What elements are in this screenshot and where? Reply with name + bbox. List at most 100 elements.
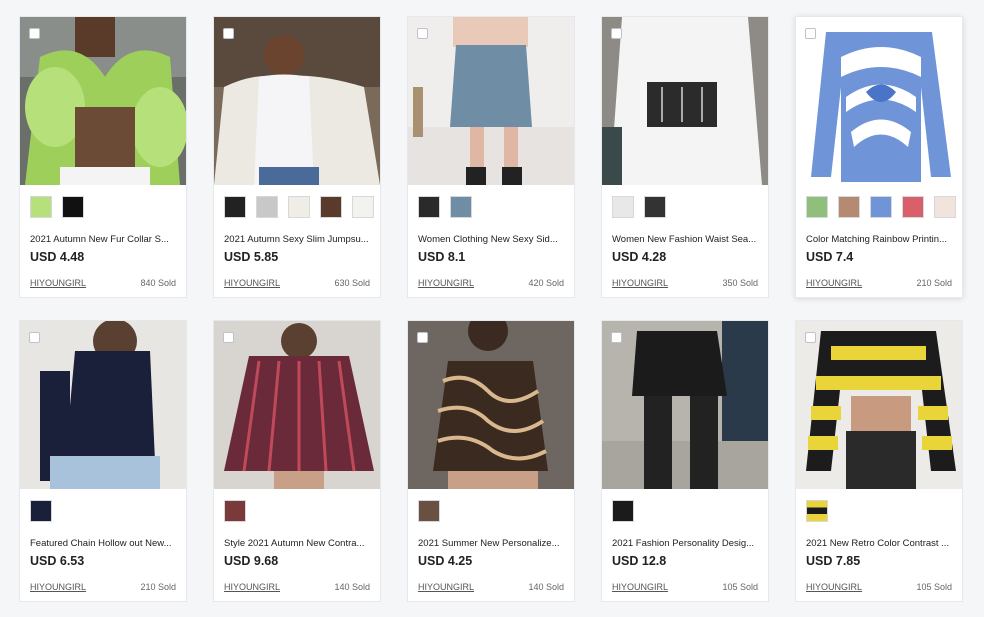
select-checkbox[interactable] bbox=[29, 332, 40, 343]
product-card[interactable]: Style 2021 Autumn New Contra... USD 9.68… bbox=[213, 320, 381, 602]
shop-link[interactable]: HIYOUNGIRL bbox=[224, 278, 280, 288]
color-swatches bbox=[30, 500, 180, 524]
select-checkbox[interactable] bbox=[611, 332, 622, 343]
sold-count: 140 Sold bbox=[334, 582, 370, 592]
product-price: USD 12.8 bbox=[612, 554, 667, 568]
shop-link[interactable]: HIYOUNGIRL bbox=[806, 278, 862, 288]
shop-link[interactable]: HIYOUNGIRL bbox=[418, 582, 474, 592]
swatch-cream[interactable] bbox=[934, 196, 956, 218]
swatch-brown[interactable] bbox=[838, 196, 860, 218]
shop-link[interactable]: HIYOUNGIRL bbox=[30, 278, 86, 288]
sold-count: 105 Sold bbox=[916, 582, 952, 592]
product-image[interactable] bbox=[796, 321, 962, 489]
product-price: USD 9.68 bbox=[224, 554, 279, 568]
product-card[interactable]: Color Matching Rainbow Printin... USD 7.… bbox=[795, 16, 963, 298]
swatch-green[interactable] bbox=[806, 196, 828, 218]
product-price: USD 6.53 bbox=[30, 554, 85, 568]
product-price: USD 4.28 bbox=[612, 250, 667, 264]
swatch-yellow-black[interactable] bbox=[806, 500, 828, 522]
swatch-blue[interactable] bbox=[870, 196, 892, 218]
select-checkbox[interactable] bbox=[417, 332, 428, 343]
swatch-cream[interactable] bbox=[352, 196, 374, 218]
shop-link[interactable]: HIYOUNGIRL bbox=[612, 582, 668, 592]
swatch-black[interactable] bbox=[612, 500, 634, 522]
product-card[interactable]: 2021 Fashion Personality Desig... USD 12… bbox=[601, 320, 769, 602]
product-image[interactable] bbox=[796, 17, 962, 185]
product-card[interactable]: Featured Chain Hollow out New... USD 6.5… bbox=[19, 320, 187, 602]
sold-count: 350 Sold bbox=[722, 278, 758, 288]
product-price: USD 7.85 bbox=[806, 554, 861, 568]
sold-count: 210 Sold bbox=[140, 582, 176, 592]
color-swatches bbox=[612, 196, 762, 220]
product-price: USD 7.4 bbox=[806, 250, 854, 264]
select-checkbox[interactable] bbox=[223, 332, 234, 343]
swatch-black[interactable] bbox=[418, 196, 440, 218]
shop-link[interactable]: HIYOUNGIRL bbox=[612, 278, 668, 288]
product-card[interactable]: 2021 Autumn Sexy Slim Jumpsu... USD 5.85… bbox=[213, 16, 381, 298]
color-swatches bbox=[418, 196, 568, 220]
product-title[interactable]: Featured Chain Hollow out New... bbox=[30, 538, 178, 549]
select-checkbox[interactable] bbox=[805, 332, 816, 343]
product-image[interactable] bbox=[214, 17, 380, 185]
product-image[interactable] bbox=[602, 321, 768, 489]
product-price: USD 4.25 bbox=[418, 554, 473, 568]
product-title[interactable]: Women New Fashion Waist Sea... bbox=[612, 234, 760, 245]
color-swatches bbox=[418, 500, 568, 524]
shop-link[interactable]: HIYOUNGIRL bbox=[224, 582, 280, 592]
swatch-black[interactable] bbox=[30, 500, 52, 522]
sold-count: 840 Sold bbox=[140, 278, 176, 288]
product-card[interactable]: Women Clothing New Sexy Sid... USD 8.1 H… bbox=[407, 16, 575, 298]
product-image[interactable] bbox=[214, 321, 380, 489]
shop-link[interactable]: HIYOUNGIRL bbox=[30, 582, 86, 592]
product-title[interactable]: 2021 Autumn Sexy Slim Jumpsu... bbox=[224, 234, 372, 245]
color-swatches bbox=[30, 196, 180, 220]
color-swatches bbox=[806, 196, 956, 220]
product-image[interactable] bbox=[20, 321, 186, 489]
color-swatches bbox=[224, 500, 374, 524]
color-swatches bbox=[612, 500, 762, 524]
product-title[interactable]: 2021 New Retro Color Contrast ... bbox=[806, 538, 954, 549]
select-checkbox[interactable] bbox=[417, 28, 428, 39]
swatch-black[interactable] bbox=[62, 196, 84, 218]
swatch-stripe[interactable] bbox=[224, 500, 246, 522]
sold-count: 140 Sold bbox=[528, 582, 564, 592]
swatch-black[interactable] bbox=[224, 196, 246, 218]
product-title[interactable]: 2021 Autumn New Fur Collar S... bbox=[30, 234, 178, 245]
product-price: USD 5.85 bbox=[224, 250, 279, 264]
product-card[interactable]: Women New Fashion Waist Sea... USD 4.28 … bbox=[601, 16, 769, 298]
color-swatches bbox=[224, 196, 374, 220]
product-title[interactable]: Women Clothing New Sexy Sid... bbox=[418, 234, 566, 245]
product-card[interactable]: 2021 Autumn New Fur Collar S... USD 4.48… bbox=[19, 16, 187, 298]
select-checkbox[interactable] bbox=[805, 28, 816, 39]
product-card[interactable]: 2021 New Retro Color Contrast ... USD 7.… bbox=[795, 320, 963, 602]
shop-link[interactable]: HIYOUNGIRL bbox=[806, 582, 862, 592]
product-grid: 2021 Autumn New Fur Collar S... USD 4.48… bbox=[19, 16, 963, 602]
swatch-white[interactable] bbox=[612, 196, 634, 218]
sold-count: 210 Sold bbox=[916, 278, 952, 288]
product-image[interactable] bbox=[602, 17, 768, 185]
color-swatches bbox=[806, 500, 956, 524]
swatch-brown[interactable] bbox=[320, 196, 342, 218]
product-title[interactable]: Style 2021 Autumn New Contra... bbox=[224, 538, 372, 549]
select-checkbox[interactable] bbox=[611, 28, 622, 39]
product-title[interactable]: Color Matching Rainbow Printin... bbox=[806, 234, 954, 245]
swatch-black[interactable] bbox=[644, 196, 666, 218]
shop-link[interactable]: HIYOUNGIRL bbox=[418, 278, 474, 288]
product-image[interactable] bbox=[408, 17, 574, 185]
product-title[interactable]: 2021 Fashion Personality Desig... bbox=[612, 538, 760, 549]
select-checkbox[interactable] bbox=[29, 28, 40, 39]
swatch-denim[interactable] bbox=[450, 196, 472, 218]
swatch-red[interactable] bbox=[902, 196, 924, 218]
product-image[interactable] bbox=[408, 321, 574, 489]
sold-count: 420 Sold bbox=[528, 278, 564, 288]
product-card[interactable]: 2021 Summer New Personalize... USD 4.25 … bbox=[407, 320, 575, 602]
swatch-green[interactable] bbox=[30, 196, 52, 218]
select-checkbox[interactable] bbox=[223, 28, 234, 39]
swatch-white[interactable] bbox=[288, 196, 310, 218]
product-image[interactable] bbox=[20, 17, 186, 185]
product-title[interactable]: 2021 Summer New Personalize... bbox=[418, 538, 566, 549]
sold-count: 630 Sold bbox=[334, 278, 370, 288]
swatch-gray[interactable] bbox=[256, 196, 278, 218]
swatch-print[interactable] bbox=[418, 500, 440, 522]
product-price: USD 4.48 bbox=[30, 250, 85, 264]
